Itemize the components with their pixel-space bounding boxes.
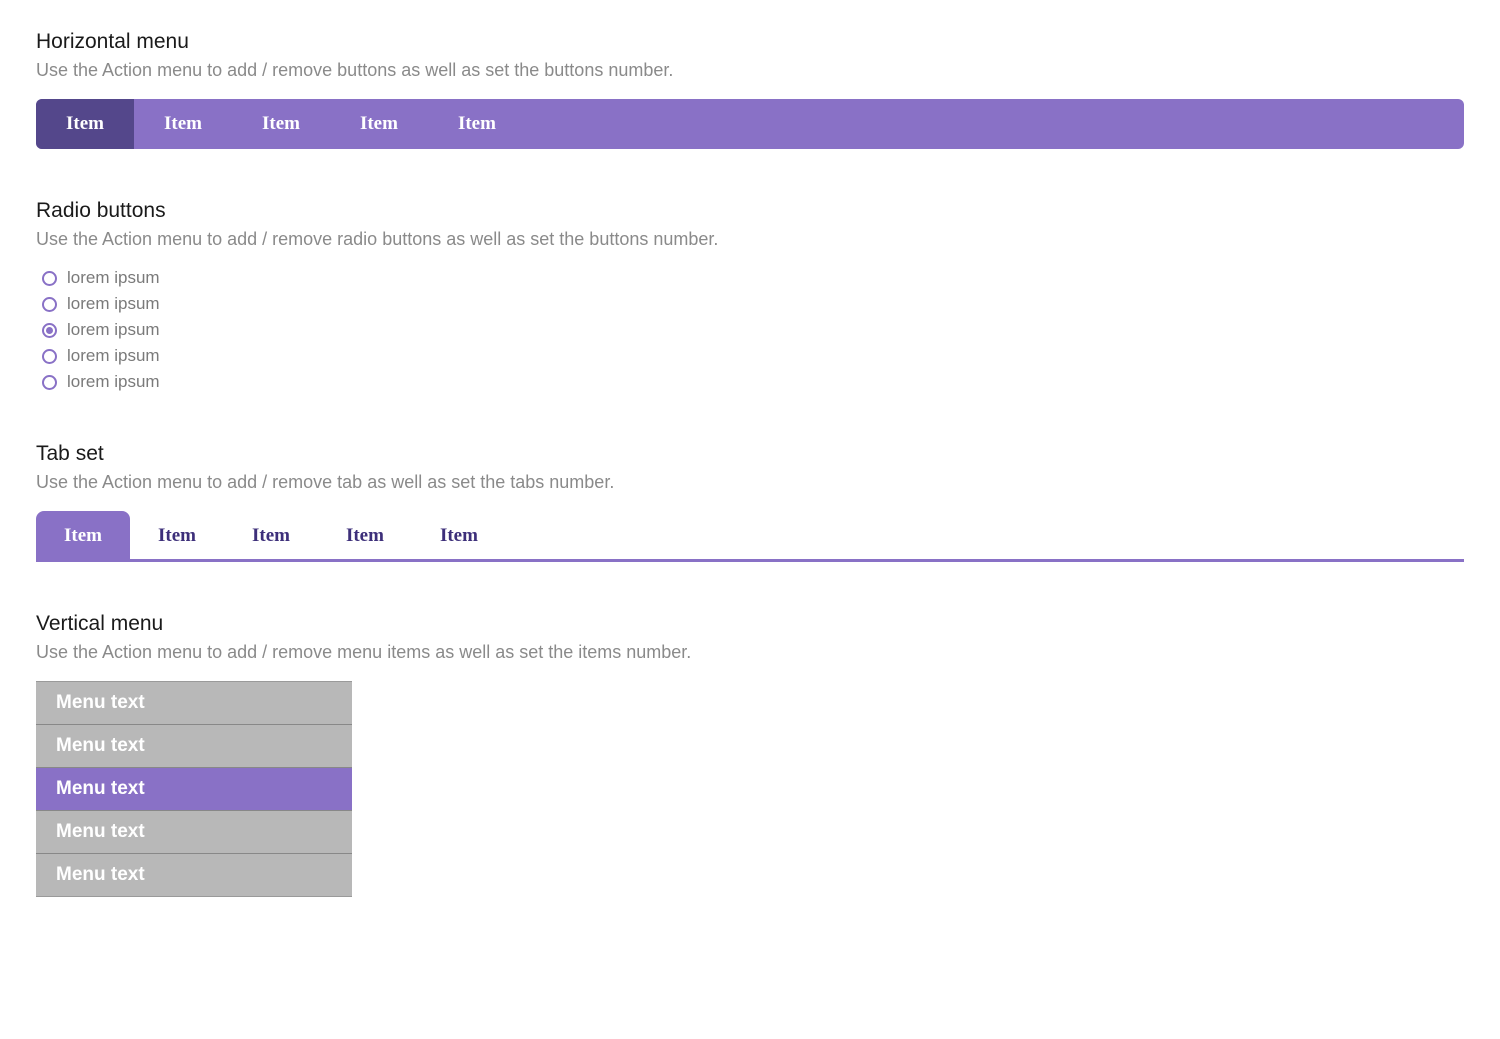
radio-item-4[interactable]: lorem ipsum (42, 372, 1464, 392)
radio-label: lorem ipsum (67, 320, 160, 340)
vmenu-item-4[interactable]: Menu text (36, 854, 352, 896)
vertical-menu: Menu text Menu text Menu text Menu text … (36, 681, 352, 897)
radio-label: lorem ipsum (67, 372, 160, 392)
vertical-menu-section: Vertical menu Use the Action menu to add… (36, 612, 1464, 897)
section-desc: Use the Action menu to add / remove butt… (36, 60, 1464, 81)
hmenu-item-2[interactable]: Item (232, 99, 330, 149)
radio-group: lorem ipsum lorem ipsum lorem ipsum lore… (36, 268, 1464, 392)
horizontal-menu: Item Item Item Item Item (36, 99, 1464, 149)
radio-buttons-section: Radio buttons Use the Action menu to add… (36, 199, 1464, 392)
vmenu-item-0[interactable]: Menu text (36, 682, 352, 725)
horizontal-menu-section: Horizontal menu Use the Action menu to a… (36, 30, 1464, 149)
radio-icon (42, 375, 57, 390)
radio-item-1[interactable]: lorem ipsum (42, 294, 1464, 314)
tab-set-section: Tab set Use the Action menu to add / rem… (36, 442, 1464, 562)
section-desc: Use the Action menu to add / remove menu… (36, 642, 1464, 663)
radio-icon (42, 323, 57, 338)
section-title: Vertical menu (36, 612, 1464, 636)
radio-item-3[interactable]: lorem ipsum (42, 346, 1464, 366)
radio-icon (42, 297, 57, 312)
radio-icon (42, 349, 57, 364)
section-title: Tab set (36, 442, 1464, 466)
section-title: Radio buttons (36, 199, 1464, 223)
tab-item-1[interactable]: Item (130, 511, 224, 559)
section-desc: Use the Action menu to add / remove tab … (36, 472, 1464, 493)
vmenu-item-2[interactable]: Menu text (36, 768, 352, 811)
hmenu-item-0[interactable]: Item (36, 99, 134, 149)
vmenu-item-1[interactable]: Menu text (36, 725, 352, 768)
tab-item-0[interactable]: Item (36, 511, 130, 559)
radio-label: lorem ipsum (67, 346, 160, 366)
radio-item-2[interactable]: lorem ipsum (42, 320, 1464, 340)
hmenu-item-4[interactable]: Item (428, 99, 526, 149)
tab-item-3[interactable]: Item (318, 511, 412, 559)
tab-item-4[interactable]: Item (412, 511, 506, 559)
section-desc: Use the Action menu to add / remove radi… (36, 229, 1464, 250)
section-title: Horizontal menu (36, 30, 1464, 54)
radio-label: lorem ipsum (67, 268, 160, 288)
vmenu-item-3[interactable]: Menu text (36, 811, 352, 854)
radio-item-0[interactable]: lorem ipsum (42, 268, 1464, 288)
radio-label: lorem ipsum (67, 294, 160, 314)
tab-item-2[interactable]: Item (224, 511, 318, 559)
hmenu-item-1[interactable]: Item (134, 99, 232, 149)
hmenu-item-3[interactable]: Item (330, 99, 428, 149)
radio-icon (42, 271, 57, 286)
tabset: Item Item Item Item Item (36, 511, 1464, 562)
